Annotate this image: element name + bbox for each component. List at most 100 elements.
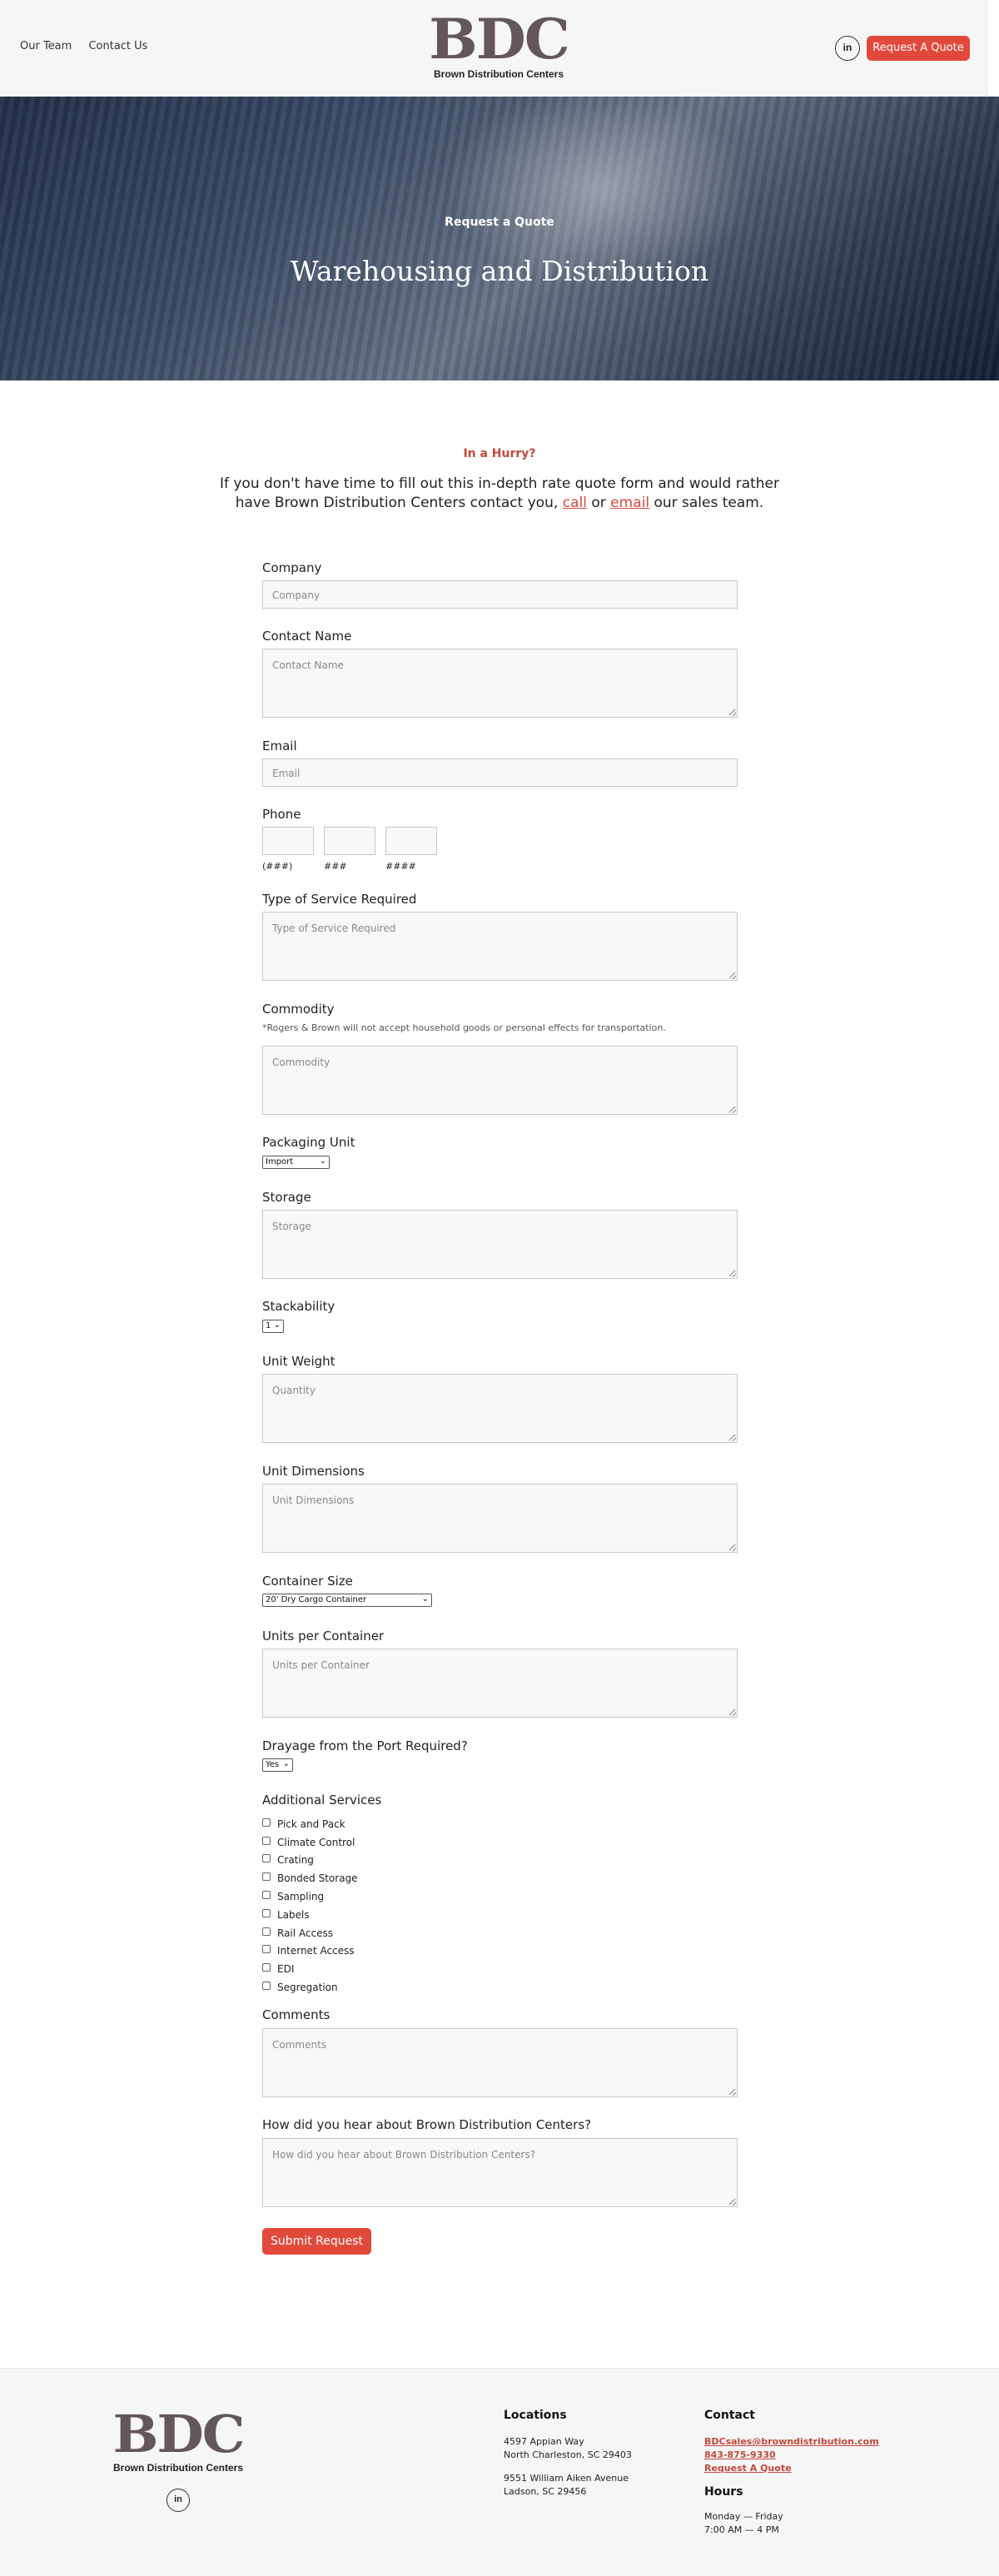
drayage-select[interactable]: Yes ⌄ (262, 1758, 293, 1772)
address-line: 9551 William Aiken Avenue (504, 2473, 629, 2484)
hurry-text-after: our sales team. (654, 495, 764, 511)
location-address: 9551 William Aiken Avenue Ladson, SC 294… (504, 2472, 629, 2499)
packaging-unit-label: Packaging Unit (262, 1135, 355, 1150)
service-option[interactable]: EDI (262, 1960, 358, 1978)
service-option[interactable]: Labels (262, 1906, 358, 1924)
service-option-label: Internet Access (277, 1945, 355, 1957)
service-option[interactable]: Internet Access (262, 1942, 358, 1961)
packaging-unit-value: Import (266, 1157, 294, 1166)
main-nav: Our Team Contact Us (20, 40, 161, 52)
units-per-container-placeholder: Units per Container (272, 1659, 370, 1671)
checkbox[interactable] (262, 1927, 271, 1936)
unit-weight-label: Unit Weight (262, 1354, 335, 1369)
service-option[interactable]: Crating (262, 1852, 358, 1870)
phone-area-code-input[interactable] (262, 827, 314, 855)
checkbox[interactable] (262, 1836, 271, 1845)
resize-handle[interactable] (729, 2199, 736, 2206)
checkbox[interactable] (262, 1963, 271, 1972)
commodity-input[interactable]: Commodity (262, 1046, 738, 1115)
packaging-unit-select[interactable]: Import ⌄ (262, 1156, 330, 1169)
unit-dimensions-label: Unit Dimensions (262, 1464, 365, 1479)
unit-weight-input[interactable]: Quantity (262, 1374, 738, 1443)
service-option[interactable]: Segregation (262, 1978, 358, 1997)
container-size-value: 20' Dry Cargo Container (266, 1595, 367, 1604)
additional-services-label: Additional Services (262, 1793, 382, 1808)
referral-input[interactable]: How did you hear about Brown Distributio… (262, 2138, 738, 2207)
resize-handle[interactable] (729, 2089, 736, 2096)
storage-placeholder: Storage (272, 1221, 311, 1232)
comments-placeholder: Comments (272, 2039, 327, 2051)
address-line: 4597 Appian Way (504, 2436, 584, 2447)
hero-eyebrow: Request a Quote (445, 216, 554, 229)
chevron-down-icon: ⌄ (421, 1594, 429, 1604)
service-option[interactable]: Bonded Storage (262, 1869, 358, 1887)
chevron-down-icon: ⌄ (319, 1156, 326, 1166)
checkbox[interactable] (262, 1891, 271, 1900)
checkbox[interactable] (262, 1945, 271, 1954)
stackability-label: Stackability (262, 1299, 335, 1314)
additional-services-list: Pick and Pack Climate Control Crating Bo… (262, 1815, 358, 1997)
linkedin-icon[interactable]: in (835, 36, 860, 61)
resize-handle[interactable] (729, 1435, 736, 1441)
resize-handle[interactable] (729, 709, 736, 716)
hours-days: Monday — Friday (704, 2511, 783, 2522)
checkbox[interactable] (262, 1872, 271, 1882)
company-label: Company (262, 560, 322, 575)
footer-logo[interactable]: BDC Brown Distribution Centers (112, 2404, 245, 2474)
resize-handle[interactable] (729, 972, 736, 979)
stackability-value: 1 (266, 1321, 271, 1330)
company-input[interactable]: Company (262, 580, 738, 609)
request-quote-button[interactable]: Request A Quote (867, 36, 970, 61)
service-option[interactable]: Sampling (262, 1887, 358, 1906)
site-header: Our Team Contact Us BDC Brown Distributi… (0, 0, 987, 97)
stackability-select[interactable]: 1 ⌄ (262, 1320, 284, 1333)
footer-logo-mark: BDC (112, 2404, 245, 2464)
contact-phone-link[interactable]: 843-875-9330 (704, 2449, 776, 2462)
checkbox[interactable] (262, 1908, 271, 1917)
linkedin-icon[interactable]: in (166, 2489, 190, 2512)
referral-label: How did you hear about Brown Distributio… (262, 2117, 592, 2132)
contact-name-input[interactable]: Contact Name (262, 649, 738, 718)
footer-quote-link[interactable]: Request A Quote (704, 2462, 792, 2475)
hours-heading: Hours (704, 2485, 743, 2499)
nav-contact-us[interactable]: Contact Us (88, 40, 147, 52)
hurry-text: If you don't have time to fill out this … (216, 475, 783, 513)
resize-handle[interactable] (729, 1709, 736, 1716)
submit-request-button[interactable]: Submit Request (262, 2228, 371, 2255)
checkbox[interactable] (262, 1854, 271, 1863)
nav-our-team[interactable]: Our Team (20, 40, 72, 52)
email-input[interactable]: Email (262, 758, 738, 787)
call-link[interactable]: call (563, 495, 587, 511)
service-option[interactable]: Pick and Pack (262, 1815, 358, 1833)
unit-dimensions-input[interactable]: Unit Dimensions (262, 1484, 738, 1553)
service-type-label: Type of Service Required (262, 892, 417, 907)
contact-email-link[interactable]: BDCsales@browndistribution.com (704, 2435, 879, 2449)
checkbox[interactable] (262, 1982, 271, 1991)
units-per-container-input[interactable]: Units per Container (262, 1649, 738, 1718)
service-type-input[interactable]: Type of Service Required (262, 912, 738, 981)
phone-area-hint: (###) (262, 861, 293, 872)
checkbox[interactable] (262, 1818, 271, 1827)
resize-handle[interactable] (729, 1106, 736, 1113)
page-title: Warehousing and Distribution (290, 255, 709, 287)
comments-input[interactable]: Comments (262, 2028, 738, 2097)
service-option-label: Labels (277, 1908, 310, 1921)
phone-prefix-input[interactable] (324, 827, 375, 855)
resize-handle[interactable] (729, 1544, 736, 1551)
service-option-label: Crating (277, 1854, 314, 1867)
referral-placeholder: How did you hear about Brown Distributio… (272, 2149, 536, 2161)
service-option[interactable]: Rail Access (262, 1924, 358, 1942)
service-option-label: Climate Control (277, 1836, 355, 1848)
unit-dimensions-placeholder: Unit Dimensions (272, 1494, 355, 1506)
comments-label: Comments (262, 2007, 331, 2022)
storage-input[interactable]: Storage (262, 1210, 738, 1279)
email-link[interactable]: email (610, 495, 649, 511)
phone-line-input[interactable] (385, 827, 437, 855)
container-size-select[interactable]: 20' Dry Cargo Container ⌄ (262, 1594, 432, 1607)
locations-heading: Locations (504, 2409, 567, 2422)
site-logo[interactable]: BDC Brown Distribution Centers (429, 12, 570, 80)
service-option-label: Bonded Storage (277, 1872, 358, 1885)
service-option[interactable]: Climate Control (262, 1833, 358, 1852)
commodity-placeholder: Commodity (272, 1057, 331, 1068)
resize-handle[interactable] (729, 1271, 736, 1277)
